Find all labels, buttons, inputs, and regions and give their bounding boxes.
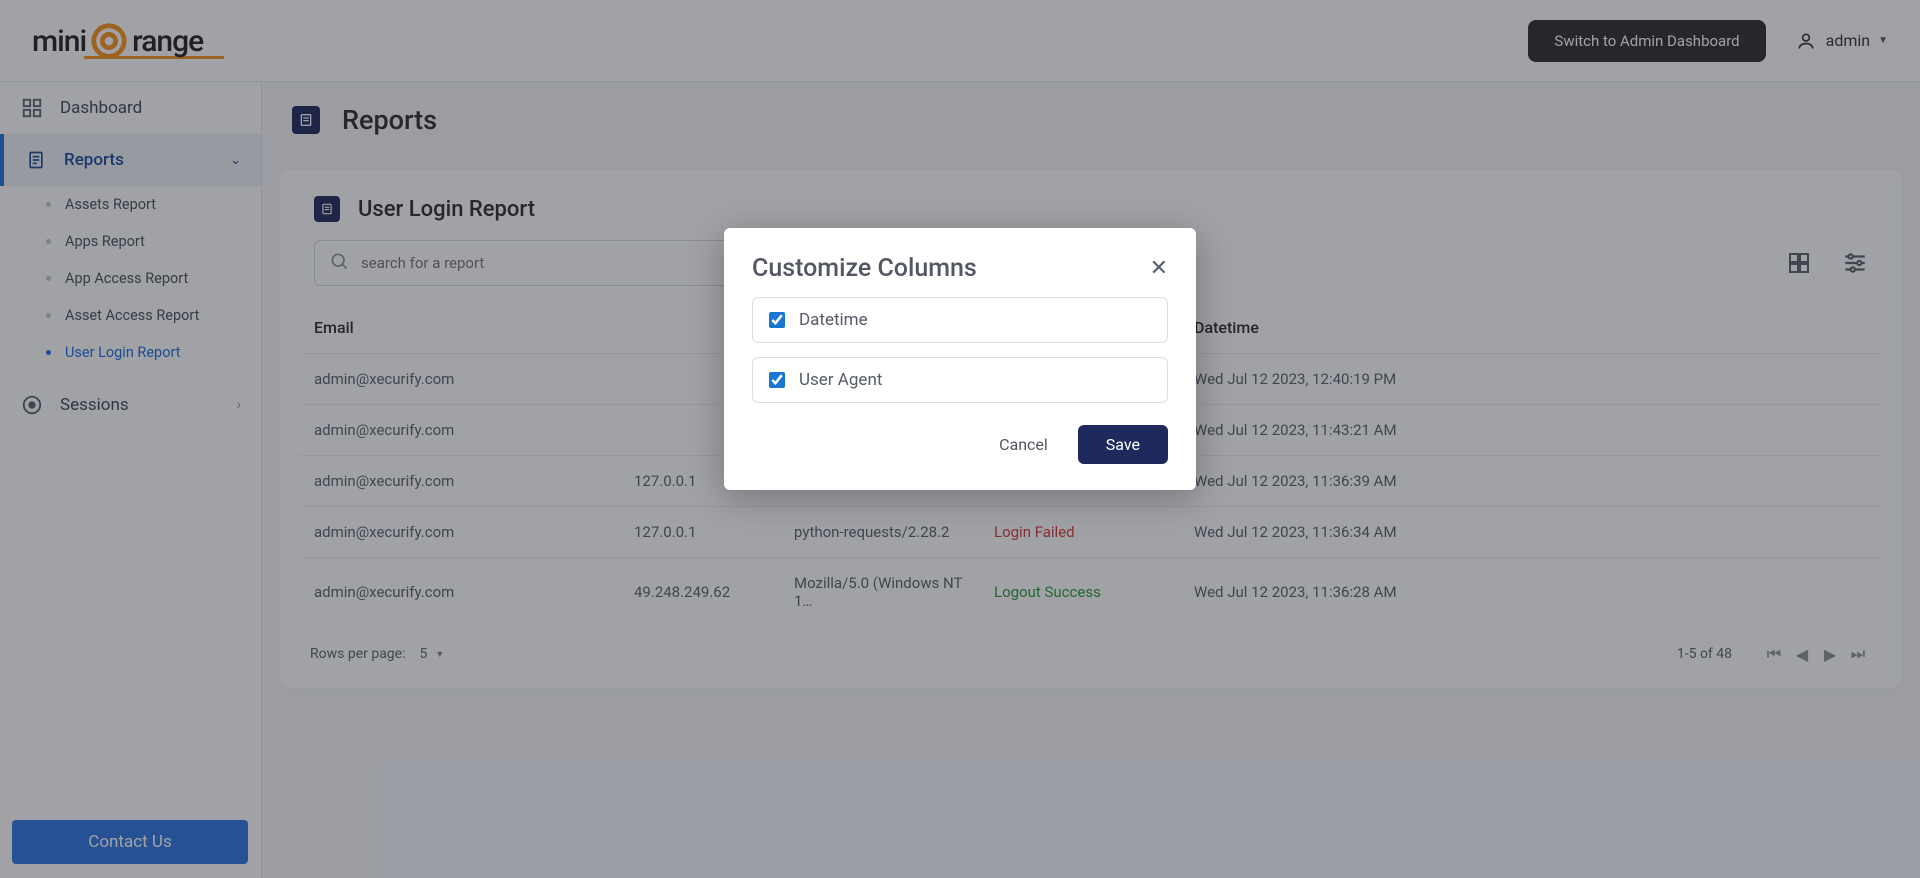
column-option-label: User Agent [799, 370, 882, 390]
close-icon[interactable]: ✕ [1150, 256, 1168, 281]
column-option-user-agent[interactable]: User Agent [752, 357, 1168, 403]
cancel-button[interactable]: Cancel [979, 425, 1068, 464]
column-checkbox-user-agent[interactable] [769, 372, 785, 388]
column-option-label: Datetime [799, 310, 868, 330]
column-option-datetime[interactable]: Datetime [752, 297, 1168, 343]
customize-columns-modal: Customize Columns ✕ Datetime User Agent … [724, 228, 1196, 490]
column-checkbox-datetime[interactable] [769, 312, 785, 328]
modal-title: Customize Columns [752, 254, 977, 283]
modal-backdrop[interactable]: Customize Columns ✕ Datetime User Agent … [0, 0, 1920, 878]
save-button[interactable]: Save [1078, 425, 1168, 464]
